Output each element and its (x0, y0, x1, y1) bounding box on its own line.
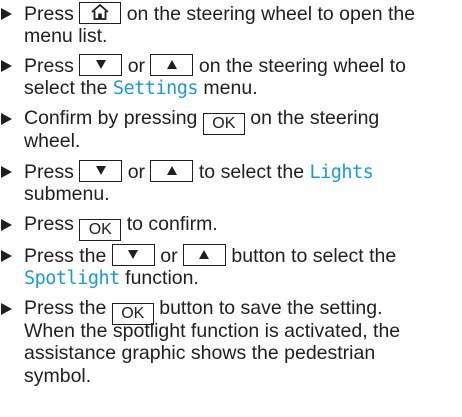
up-button-key (150, 54, 194, 76)
bullet-arrow-icon (1, 60, 12, 72)
step-text: to select the (198, 161, 305, 183)
home-icon (91, 4, 109, 20)
down-arrow-icon (95, 60, 106, 69)
step-text: assistance graphic shows the pedestrian (24, 342, 376, 364)
step-3: Confirm by pressing OK on the steering w… (0, 107, 462, 152)
lights-submenu-name: Lights (309, 162, 374, 183)
step-text: Press (24, 55, 74, 77)
step-text: select the (24, 76, 108, 99)
down-button-key (79, 54, 123, 76)
up-button-key (182, 244, 226, 266)
step-4: Press or to select the Lights submenu. (0, 160, 462, 205)
up-arrow-icon (199, 250, 210, 259)
step-text: Press the (24, 297, 107, 319)
up-arrow-icon (166, 166, 177, 175)
bullet-arrow-icon (1, 219, 12, 231)
bullet-arrow-icon (1, 250, 12, 262)
step-text: on the steering wheel to open the (126, 3, 416, 25)
step-text: function. (125, 266, 199, 289)
step-text: to confirm. (126, 213, 218, 235)
step-5: Press OK to confirm. (0, 213, 462, 241)
step-text: or (160, 245, 178, 267)
down-button-key (79, 160, 123, 182)
down-button-key (111, 244, 155, 266)
step-text: on the steering (250, 107, 380, 129)
bullet-arrow-icon (1, 303, 12, 315)
instructions-document: Press on the steering wheel to open the … (0, 0, 462, 417)
settings-menu-name: Settings (112, 77, 199, 99)
step-text: or (127, 55, 146, 77)
step-text: submenu. (24, 182, 110, 205)
step-text: button to select the (231, 245, 397, 267)
ok-button-key: OK (202, 113, 245, 135)
step-text: When the spotlight function is activated… (24, 319, 401, 342)
up-button-key (150, 160, 194, 182)
ok-button-key: OK (111, 303, 154, 325)
step-6: Press the or button to select the Spotli… (0, 244, 462, 289)
step-2: Press or on the steering wheel to select… (0, 54, 462, 99)
step-1: Press on the steering wheel to open the … (0, 2, 462, 47)
step-text: button to save the setting. (159, 297, 383, 319)
bullet-arrow-icon (1, 8, 12, 20)
step-text: Press (24, 213, 74, 235)
step-text: menu. (203, 76, 258, 99)
spotlight-function-name: Spotlight (24, 267, 120, 289)
down-arrow-icon (128, 250, 139, 259)
step-text: on the steering wheel to (198, 55, 406, 77)
step-text: Press the (24, 245, 107, 267)
down-arrow-icon (95, 166, 106, 175)
bullet-arrow-icon (1, 113, 12, 125)
ok-button-key: OK (79, 219, 122, 241)
up-arrow-icon (166, 60, 177, 69)
step-text: or (127, 161, 146, 183)
bullet-arrow-icon (1, 166, 12, 178)
home-button-key (79, 2, 122, 24)
step-text: Press (24, 3, 74, 25)
step-text: menu list. (24, 24, 108, 47)
step-7: Press the OK button to save the setting.… (0, 297, 462, 387)
step-text: Press (24, 161, 74, 183)
step-text: symbol. (24, 364, 92, 387)
step-text: Confirm by pressing (24, 107, 198, 129)
